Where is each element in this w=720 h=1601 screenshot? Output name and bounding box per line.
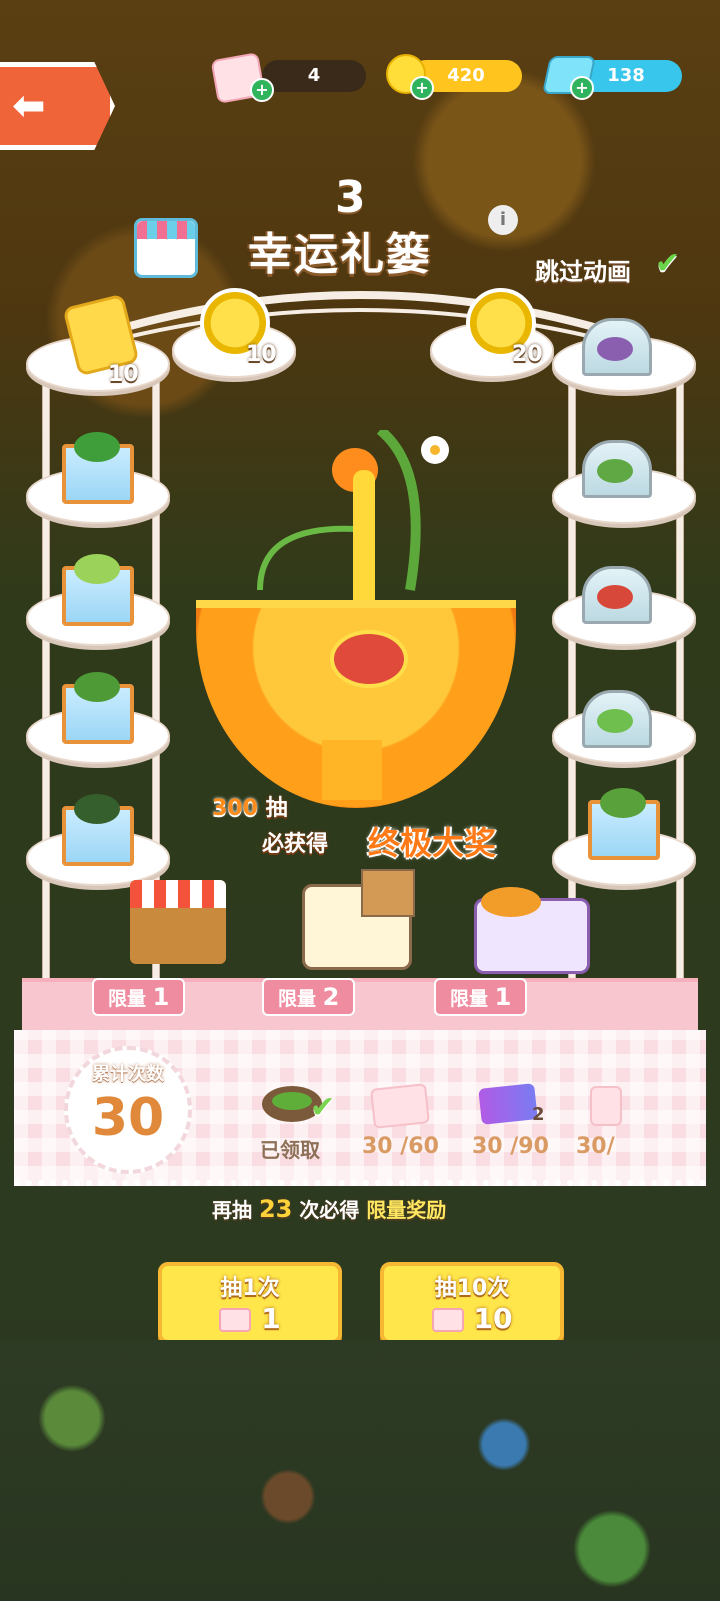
reward-count: 20: [512, 342, 543, 367]
reward-count: 10: [246, 342, 277, 367]
milestone-progress: 30 /60: [362, 1134, 439, 1159]
gem-count: 138: [607, 65, 645, 86]
milestone-progress: 30/: [576, 1134, 615, 1159]
juice-stream: [353, 470, 375, 620]
delivery-truck-icon: [302, 869, 415, 970]
total-draws-value: 30: [91, 1088, 165, 1148]
back-button[interactable]: ⬅: [0, 62, 115, 150]
guarantee-hint: 再抽 23 次必得 限量奖励: [212, 1195, 447, 1223]
coin-count: 420: [447, 65, 485, 86]
milestone-status: 已领取: [260, 1138, 320, 1162]
heart-chest-icon: [330, 630, 408, 688]
promo-draws: 300 抽: [212, 796, 288, 821]
limit-badge: 限量 2: [262, 978, 356, 1016]
total-draws-label: 累计次数: [92, 1064, 164, 1085]
draw-once-button[interactable]: 抽1次 1: [158, 1262, 342, 1344]
ticket-reward-icon[interactable]: [370, 1083, 430, 1129]
milestone-progress: 30 /90: [472, 1134, 549, 1159]
claimed-check-icon: ✔: [310, 1090, 336, 1125]
add-coin-button[interactable]: +: [410, 76, 434, 100]
planter-crate-icon: [62, 554, 134, 626]
ticket-count: 4: [307, 65, 321, 86]
limit-badge: 限量 1: [434, 978, 528, 1016]
greenhouse-icon: [582, 690, 652, 748]
add-ticket-button[interactable]: +: [250, 78, 274, 102]
back-arrow-icon: ⬅: [12, 83, 46, 129]
ticket-reward-icon[interactable]: [590, 1086, 622, 1126]
ticket-icon: [219, 1308, 252, 1332]
grand-prize-label: 终极大奖: [368, 824, 497, 862]
reward-count: 10: [108, 362, 139, 387]
greenhouse-icon: [582, 318, 652, 376]
planter-crate-icon: [62, 432, 134, 504]
add-gem-button[interactable]: +: [570, 76, 594, 100]
planter-crate-icon: [588, 788, 660, 860]
right-pillar: [676, 360, 684, 1002]
bowl-stem: [322, 740, 382, 800]
left-pillar: [42, 360, 50, 1002]
video-card-reward-icon[interactable]: [478, 1083, 538, 1125]
info-icon[interactable]: i: [488, 205, 518, 235]
promo-guarantee: 必获得: [262, 832, 329, 857]
food-stall-icon: [130, 880, 226, 964]
title-number: 3: [335, 172, 366, 223]
planter-crate-icon: [62, 672, 134, 744]
total-draws-counter: 累计次数 30: [64, 1046, 192, 1174]
greenhouse-icon: [582, 440, 652, 498]
ticket-counter: 4: [262, 60, 366, 92]
fruit-cart-icon: [474, 887, 590, 974]
greenhouse-icon: [582, 566, 652, 624]
ticket-icon: [431, 1308, 464, 1332]
farm-background: [0, 1340, 720, 1601]
limit-badge: 限量 1: [92, 978, 186, 1016]
planter-crate-icon: [62, 794, 134, 866]
draw-ten-button[interactable]: 抽10次 10: [380, 1262, 564, 1344]
reward-quantity: 2: [532, 1104, 545, 1125]
